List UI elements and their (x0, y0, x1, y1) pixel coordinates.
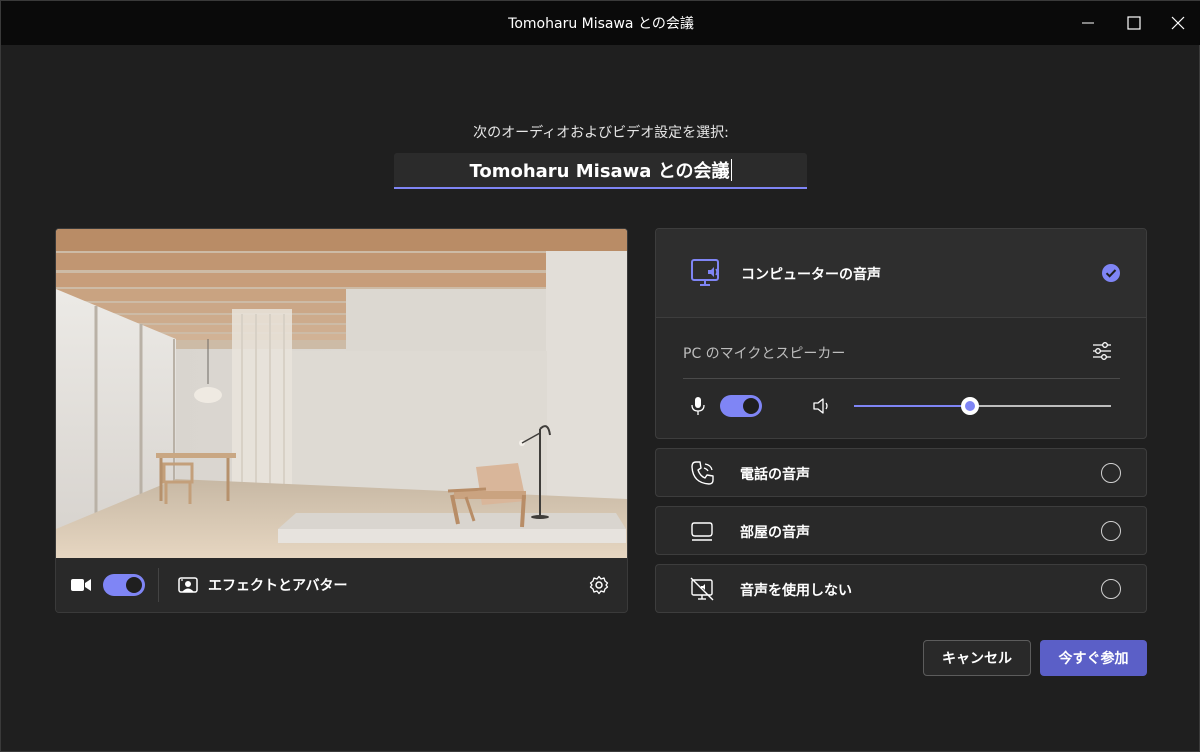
maximize-button[interactable] (1111, 1, 1157, 45)
minimize-button[interactable] (1065, 1, 1111, 45)
minimize-icon (1082, 22, 1094, 24)
room-audio-icon (686, 515, 718, 547)
meeting-name-field[interactable]: Tomoharu Misawa との会議 (394, 153, 807, 189)
background-effects-icon (178, 576, 198, 594)
slider-fill (854, 405, 970, 407)
audio-option-label: 電話の音声 (740, 467, 810, 483)
computer-audio-icon (690, 257, 722, 289)
meeting-name-text: Tomoharu Misawa との会議 (469, 161, 730, 182)
radio-button[interactable] (1101, 521, 1121, 541)
camera-toggle[interactable] (103, 574, 145, 596)
meeting-join-window: Tomoharu Misawa との会議 次のオーディオおよびビデオ設定を選択:… (0, 0, 1200, 752)
audio-option-label: コンピューターの音声 (741, 267, 881, 283)
cancel-button[interactable]: キャンセル (923, 640, 1031, 676)
close-button[interactable] (1155, 1, 1200, 45)
title-bar: Tomoharu Misawa との会議 (1, 1, 1200, 45)
audio-option-label: 部屋の音声 (740, 525, 810, 541)
divider (683, 378, 1120, 379)
checkmark-icon (1101, 263, 1121, 283)
radio-button[interactable] (1101, 579, 1121, 599)
radio-button[interactable] (1101, 463, 1121, 483)
toggle-knob (126, 577, 142, 593)
slider-thumb[interactable] (960, 397, 979, 415)
audio-option-computer-header[interactable]: コンピューターの音声 (656, 229, 1146, 318)
video-preview-panel: エフェクトとアバター (55, 228, 628, 613)
camera-icon (70, 575, 92, 595)
audio-option-label: 音声を使用しない (740, 583, 852, 599)
microphone-icon (689, 395, 707, 417)
speaker-icon (811, 395, 831, 417)
gear-icon[interactable] (588, 574, 610, 596)
join-now-button[interactable]: 今すぐ参加 (1040, 640, 1147, 676)
phone-audio-icon (686, 457, 718, 489)
audio-option-room[interactable]: 部屋の音声 (655, 506, 1147, 555)
audio-option-none[interactable]: 音声を使用しない (655, 564, 1147, 613)
effects-label: エフェクトとアバター (208, 578, 348, 594)
audio-option-phone[interactable]: 電話の音声 (655, 448, 1147, 497)
toggle-knob (743, 398, 759, 414)
no-audio-icon (686, 573, 718, 605)
text-caret (730, 159, 732, 181)
close-icon (1171, 16, 1185, 30)
volume-slider[interactable] (854, 395, 1111, 417)
settings-prompt: 次のオーディオおよびビデオ設定を選択: (473, 125, 729, 141)
microphone-toggle[interactable] (720, 395, 762, 417)
divider (158, 568, 159, 602)
device-settings-icon[interactable] (1090, 339, 1114, 363)
video-controls-bar: エフェクトとアバター (56, 558, 627, 612)
audio-option-computer[interactable]: コンピューターの音声 PC のマイクとスピーカー (655, 228, 1147, 439)
maximize-icon (1127, 16, 1141, 30)
device-label: PC のマイクとスピーカー (683, 346, 846, 362)
camera-preview (56, 229, 627, 558)
effects-and-avatars-button[interactable]: エフェクトとアバター (178, 571, 347, 599)
background-scene-image (56, 229, 627, 558)
window-title: Tomoharu Misawa との会議 (508, 16, 694, 32)
